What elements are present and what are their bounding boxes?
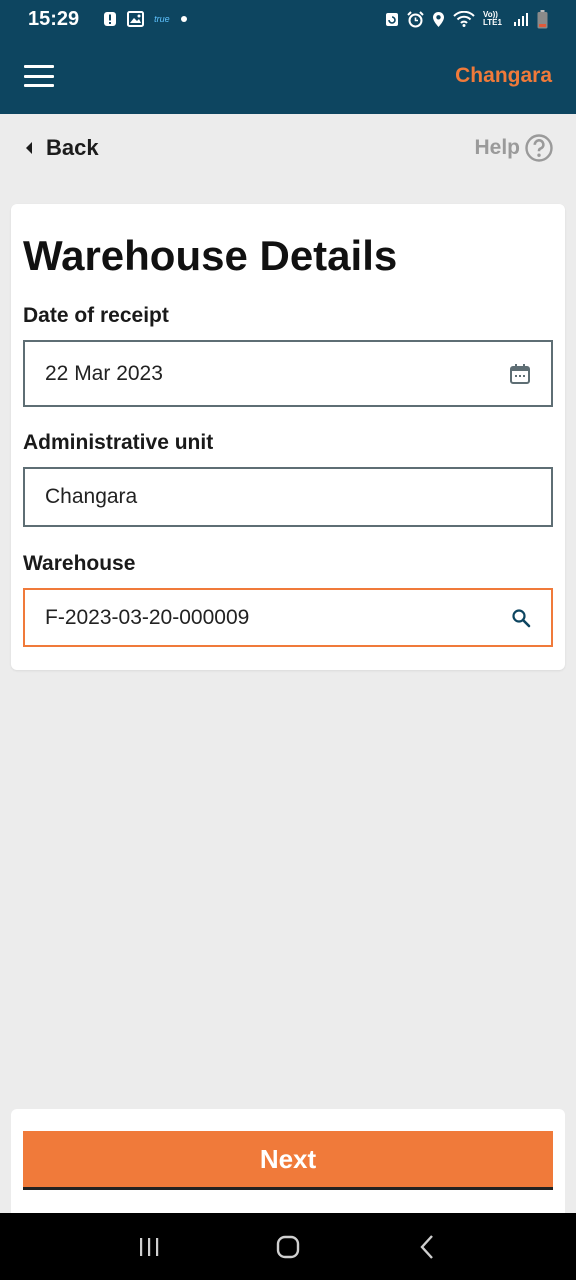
warehouse-label: Warehouse: [23, 552, 136, 575]
status-bar: 15:29 true Vo)) LTE1: [0, 0, 576, 38]
back-nav-icon[interactable]: [407, 1227, 447, 1267]
date-of-receipt-label: Date of receipt: [23, 304, 169, 327]
battery-icon: [537, 9, 548, 29]
help-label: Help: [474, 136, 520, 159]
warehouse-field[interactable]: F-2023-03-20-000009: [23, 588, 553, 647]
system-nav-bar: [0, 1213, 576, 1280]
dot-icon: [180, 15, 188, 23]
next-button[interactable]: Next: [23, 1131, 553, 1190]
date-of-receipt-value: 22 Mar 2023: [45, 361, 163, 385]
administrative-unit-field[interactable]: Changara: [23, 467, 553, 527]
status-right: Vo)) LTE1: [385, 9, 548, 29]
back-button[interactable]: Back: [24, 135, 99, 161]
administrative-unit-label: Administrative unit: [23, 431, 214, 454]
hamburger-menu-icon[interactable]: [24, 65, 54, 87]
help-button[interactable]: Help: [474, 133, 554, 163]
location-icon: [432, 11, 445, 28]
warehouse-details-card: Warehouse Details Date of receipt 22 Mar…: [11, 204, 565, 670]
app-bar: Changara: [0, 38, 576, 114]
back-label: Back: [46, 135, 99, 160]
caret-left-icon: [24, 141, 34, 155]
app-title: Changara: [455, 64, 552, 87]
date-of-receipt-field[interactable]: 22 Mar 2023: [23, 340, 553, 407]
page-title: Warehouse Details: [23, 232, 398, 279]
status-time: 15:29: [28, 7, 80, 30]
nav-row: Back Help: [0, 114, 576, 182]
image-icon: [127, 11, 145, 27]
search-icon[interactable]: [511, 608, 531, 628]
home-icon[interactable]: [268, 1227, 308, 1267]
administrative-unit-value: Changara: [45, 485, 138, 508]
calendar-icon[interactable]: [509, 363, 531, 385]
recent-apps-icon[interactable]: [129, 1227, 169, 1267]
help-circle-icon: [524, 133, 554, 163]
backup-icon: [385, 11, 399, 27]
alert-icon: [103, 11, 117, 27]
signal-icon: [513, 11, 529, 27]
wifi-icon: [453, 11, 475, 27]
warehouse-value: F-2023-03-20-000009: [45, 605, 250, 629]
carrier-label: true: [154, 14, 170, 24]
alarm-icon: [407, 10, 424, 28]
status-left: 15:29 true: [28, 8, 188, 31]
network-type: Vo)) LTE1: [483, 10, 502, 27]
